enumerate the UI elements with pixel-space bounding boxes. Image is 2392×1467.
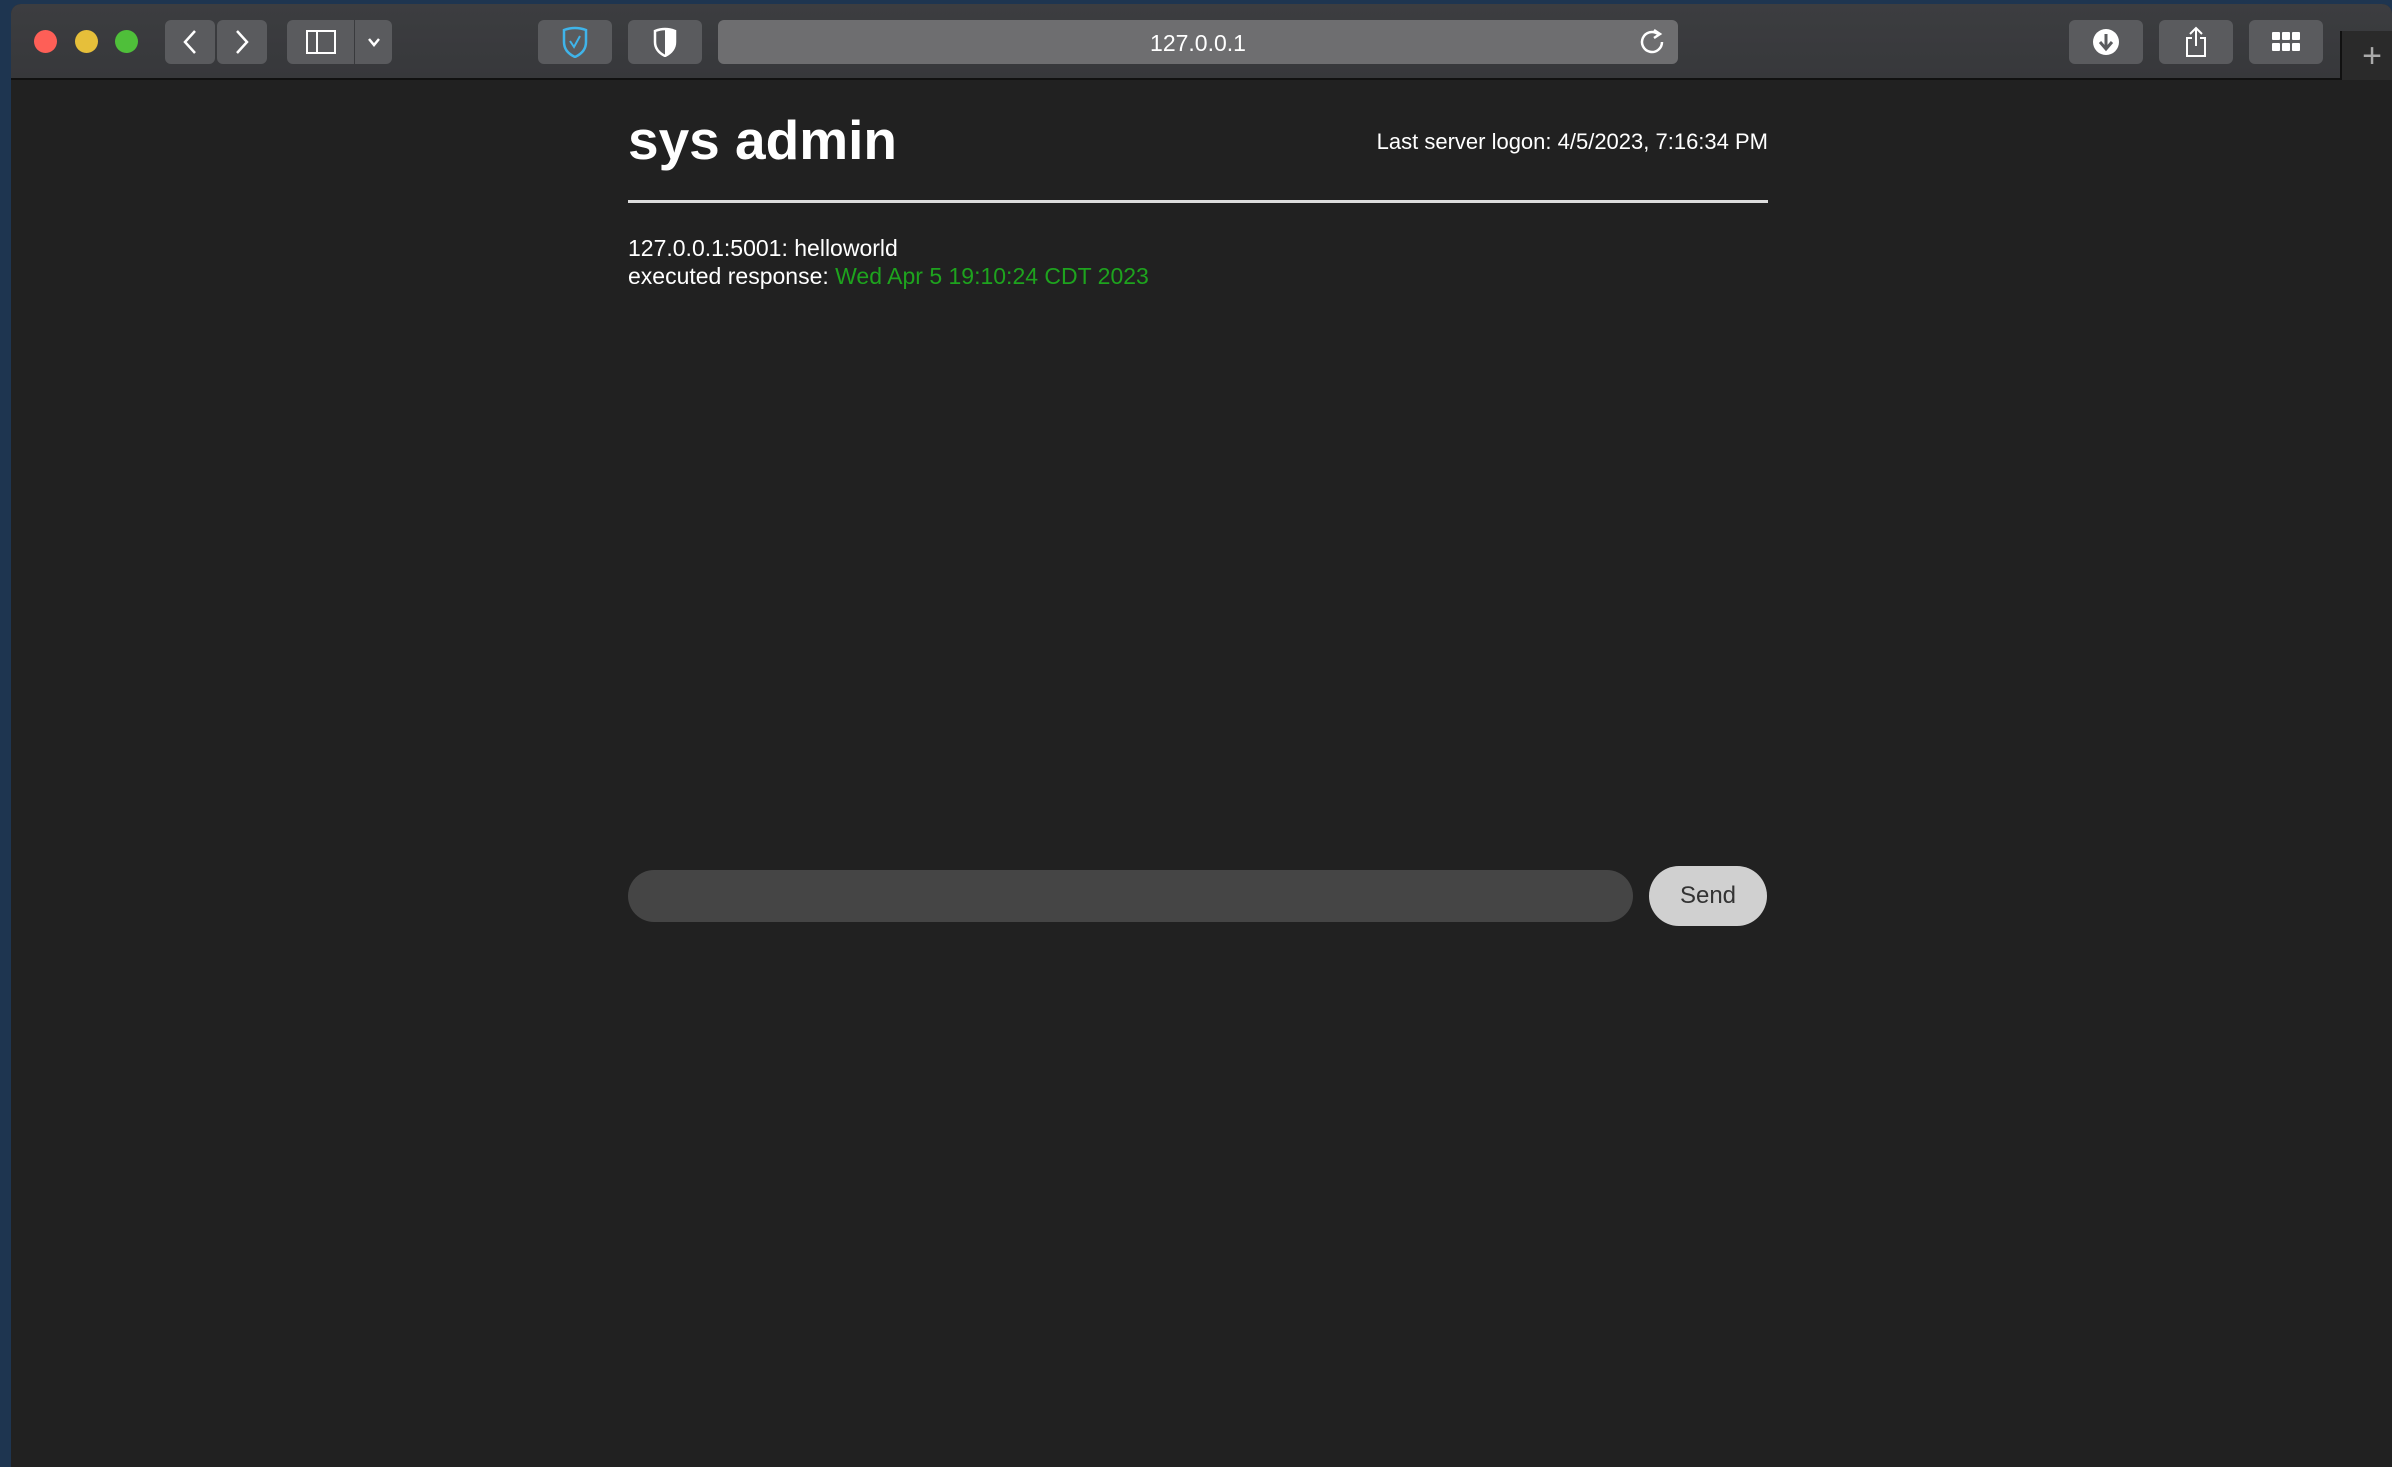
- address-bar[interactable]: 127.0.0.1: [718, 20, 1678, 64]
- divider: [628, 200, 1768, 203]
- chevron-down-icon: [367, 38, 380, 47]
- maximize-window-button[interactable]: [115, 30, 138, 53]
- downloads-button[interactable]: [2069, 20, 2143, 64]
- sidebar-menu-button[interactable]: [355, 20, 392, 64]
- chevron-left-icon: [183, 30, 196, 54]
- share-icon: [2186, 26, 2206, 57]
- shield-icon: [653, 27, 677, 57]
- browser-window: 127.0.0.1 + sys admin Last server logon:…: [11, 4, 2392, 1467]
- forward-button[interactable]: [217, 20, 267, 64]
- send-button[interactable]: Send: [1649, 866, 1767, 926]
- shield-extension-button[interactable]: [628, 20, 702, 64]
- tab-overview-button[interactable]: [2249, 20, 2323, 64]
- download-icon: [2093, 29, 2119, 55]
- back-button[interactable]: [165, 20, 215, 64]
- shield-check-icon: [562, 26, 588, 58]
- grid-icon: [2272, 32, 2300, 51]
- plus-icon: +: [2362, 37, 2382, 75]
- url-text: 127.0.0.1: [1150, 30, 1246, 56]
- last-logon-text: Last server logon: 4/5/2023, 7:16:34 PM: [1376, 129, 1768, 154]
- response-label: executed response:: [628, 263, 836, 289]
- share-button[interactable]: [2159, 20, 2233, 64]
- sidebar-icon: [305, 30, 336, 54]
- response-line: executed response: Wed Apr 5 19:10:24 CD…: [628, 262, 1149, 290]
- chevron-right-icon: [236, 30, 249, 54]
- message-input[interactable]: [628, 870, 1633, 922]
- close-window-button[interactable]: [34, 30, 57, 53]
- message-log: 127.0.0.1:5001: helloworld executed resp…: [628, 234, 1149, 290]
- sidebar-button[interactable]: [287, 20, 354, 64]
- page-title: sys admin: [628, 109, 898, 171]
- response-value: Wed Apr 5 19:10:24 CDT 2023: [835, 263, 1149, 289]
- minimize-window-button[interactable]: [75, 30, 98, 53]
- message-line: 127.0.0.1:5001: helloworld: [628, 235, 898, 261]
- new-tab-button[interactable]: +: [2340, 31, 2392, 80]
- privacy-extension-button[interactable]: [538, 20, 612, 64]
- browser-toolbar: 127.0.0.1 +: [11, 4, 2392, 80]
- reload-icon[interactable]: [1640, 28, 1666, 56]
